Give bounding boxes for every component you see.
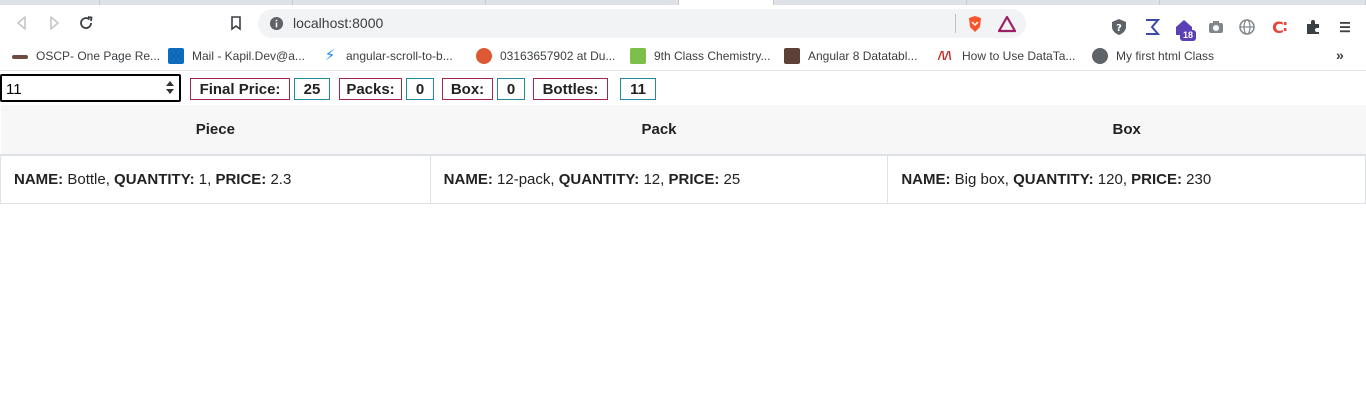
more-bookmarks-icon[interactable]: »: [1336, 47, 1344, 63]
bookmark-icon[interactable]: [224, 11, 248, 35]
globe-extension-icon[interactable]: [1238, 18, 1256, 36]
avatar-icon: [784, 48, 800, 64]
table-row: NAME: Bottle, QUANTITY: 1, PRICE: 2.3 NA…: [0, 154, 1366, 204]
bookmark-label: angular-scroll-to-b...: [346, 49, 453, 63]
name-value: 12-pack: [497, 170, 551, 188]
bookmark-label: Angular 8 Datatabl...: [808, 49, 918, 63]
password-manager-icon[interactable]: ?: [1110, 18, 1128, 36]
outlook-icon: [168, 48, 184, 64]
bookmark-item[interactable]: My first html Class: [1092, 47, 1214, 65]
table-cell-piece: NAME: Bottle, QUANTITY: 1, PRICE: 2.3: [0, 154, 431, 204]
price-label: PRICE:: [1131, 170, 1182, 188]
packs-value: 0: [406, 78, 434, 100]
bookmark-item[interactable]: Mail - Kapil.Dev@a...: [168, 47, 305, 65]
bookmark-label: How to Use DataTa...: [962, 49, 1076, 63]
price-label: PRICE:: [215, 170, 267, 188]
menu-icon[interactable]: [1336, 18, 1354, 36]
packs-label: Packs:: [339, 78, 402, 100]
stackblitz-icon: ⚡: [324, 47, 336, 64]
decrement-icon[interactable]: [166, 89, 174, 94]
final-price-value: 25: [294, 78, 330, 100]
name-label: NAME:: [14, 170, 64, 188]
bookmark-label: OSCP- One Page Re...: [36, 49, 161, 63]
column-header-pack: Pack: [430, 105, 888, 156]
price-controls: Final Price: 25 Packs: 0 Box: 0 Bottles:…: [0, 74, 1366, 104]
svg-text:?: ?: [1116, 23, 1122, 34]
box-label: Box:: [442, 78, 493, 100]
spin-buttons[interactable]: [164, 78, 176, 100]
chemistry-icon: [630, 48, 646, 64]
quantity-label: QUANTITY:: [558, 170, 640, 188]
bookmark-item[interactable]: 9th Class Chemistry...: [630, 47, 770, 65]
bookmark-item[interactable]: ⚡ angular-scroll-to-b...: [322, 47, 453, 65]
box-value: 0: [497, 78, 525, 100]
table-header-row: Piece Pack Box: [0, 105, 1366, 156]
name-value: Big box: [954, 170, 1005, 188]
brave-shields-icon[interactable]: [966, 15, 984, 33]
quantity-value: 1: [198, 170, 208, 188]
table-cell-pack: NAME: 12-pack, QUANTITY: 12, PRICE: 25: [429, 154, 889, 204]
datatables-icon: /\/\: [938, 49, 952, 63]
increment-icon[interactable]: [166, 81, 174, 86]
price-label: PRICE:: [668, 170, 720, 188]
back-icon[interactable]: [10, 11, 34, 35]
extensions-puzzle-icon[interactable]: [1304, 18, 1322, 36]
sigma-extension-icon[interactable]: [1143, 18, 1161, 36]
reload-icon[interactable]: [74, 11, 98, 35]
oscp-icon: [12, 55, 28, 59]
quantity-value: 120: [1097, 170, 1123, 188]
duckduckgo-icon: [476, 48, 492, 64]
site-info-icon[interactable]: [269, 16, 284, 31]
bookmark-item[interactable]: OSCP- One Page Re...: [12, 47, 160, 65]
address-bar[interactable]: localhost:8000: [258, 9, 1026, 38]
quantity-value: 12: [643, 170, 661, 188]
camera-icon[interactable]: [1207, 18, 1225, 36]
bookmark-label: My first html Class: [1116, 49, 1215, 63]
svg-text:C: C: [1272, 18, 1284, 36]
bookmarks-bar: OSCP- One Page Re... Mail - Kapil.Dev@a.…: [0, 41, 1366, 71]
quantity-stepper[interactable]: [0, 74, 181, 102]
extension-badge: 18: [1180, 30, 1197, 41]
bookmark-item[interactable]: 03163657902 at Du...: [476, 47, 615, 65]
bookmark-item[interactable]: Angular 8 Datatabl...: [784, 47, 917, 65]
bookmark-label: 03163657902 at Du...: [500, 49, 616, 63]
c-extension-icon[interactable]: C: [1270, 18, 1288, 36]
bookmark-item[interactable]: /\/\ How to Use DataTa...: [938, 47, 1075, 65]
bottles-label: Bottles:: [533, 78, 608, 100]
name-label: NAME:: [443, 170, 493, 188]
price-value: 25: [723, 170, 741, 188]
final-price-label: Final Price:: [190, 78, 290, 100]
price-value: 2.3: [270, 170, 292, 188]
divider: [955, 14, 956, 33]
quantity-label: QUANTITY:: [1013, 170, 1094, 188]
brave-rewards-icon[interactable]: [998, 15, 1016, 33]
url-text[interactable]: localhost:8000: [293, 15, 383, 31]
name-value: Bottle: [67, 170, 106, 188]
bookmark-label: Mail - Kapil.Dev@a...: [192, 49, 305, 63]
browser-toolbar: localhost:8000 ? 18 C: [0, 5, 1366, 41]
bottles-value: 11: [620, 78, 656, 100]
price-table: Piece Pack Box NAME: Bottle, QUANTITY: 1…: [0, 105, 1366, 204]
forward-icon[interactable]: [42, 11, 66, 35]
quantity-label: QUANTITY:: [114, 170, 195, 188]
globe-icon: [1092, 48, 1108, 64]
bookmark-label: 9th Class Chemistry...: [654, 49, 771, 63]
price-value: 230: [1186, 170, 1212, 188]
column-header-box: Box: [887, 105, 1366, 156]
column-header-piece: Piece: [0, 105, 431, 156]
name-label: NAME:: [901, 170, 951, 188]
quantity-input[interactable]: [6, 79, 156, 99]
table-cell-box: NAME: Big box, QUANTITY: 120, PRICE: 230: [887, 154, 1366, 204]
